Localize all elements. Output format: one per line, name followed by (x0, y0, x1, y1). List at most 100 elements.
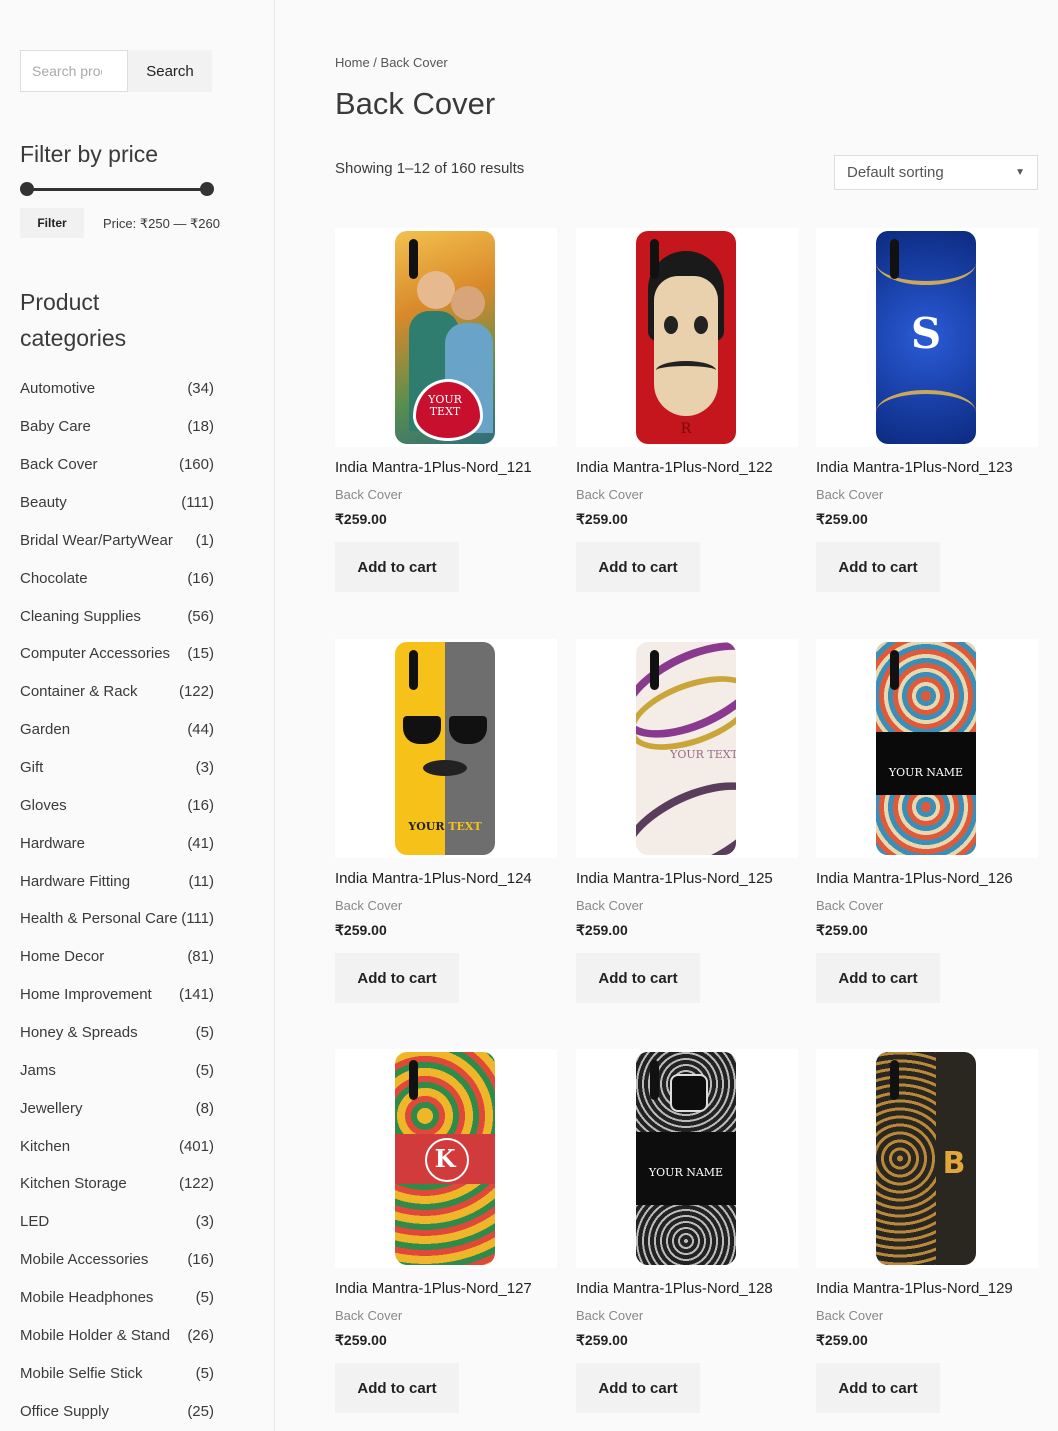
category-count: (5) (195, 1061, 214, 1079)
add-to-cart-button[interactable]: Add to cart (816, 542, 940, 592)
custom-text-overlay: YOUR TEXT (395, 394, 495, 418)
add-to-cart-button[interactable]: Add to cart (576, 542, 700, 592)
sorting-selected-value: Default sorting (847, 164, 944, 181)
phone-case-image: K (395, 1052, 495, 1265)
price-slider[interactable] (20, 182, 214, 196)
product-title-link[interactable]: India Mantra-1Plus-Nord_124 (335, 870, 532, 887)
sorting-select[interactable]: Default sorting ▼ (834, 155, 1038, 190)
category-item: Gift (3) (20, 749, 214, 787)
category-link[interactable]: Computer Accessories (20, 645, 170, 662)
category-link[interactable]: Kitchen Storage (20, 1175, 127, 1192)
product-image-link[interactable]: K (335, 1049, 557, 1268)
category-item: Chocolate (16) (20, 559, 214, 597)
product-image-link[interactable]: YOUR NAME (576, 1049, 798, 1268)
camera-module-icon (890, 650, 899, 690)
sidebar: Search Filter by price Filter Price: ₹25… (0, 0, 275, 1431)
category-link[interactable]: LED (20, 1213, 49, 1230)
phone-case-image: YOUR NAME (636, 1052, 736, 1265)
category-count: (26) (187, 1326, 214, 1344)
overlay-text-line2: TEXT (429, 405, 461, 418)
add-to-cart-button[interactable]: Add to cart (335, 542, 459, 592)
category-item: Cleaning Supplies (56) (20, 597, 214, 635)
product-price: ₹259.00 (576, 1332, 628, 1348)
category-item: Back Cover (160) (20, 446, 214, 484)
price-slider-min-handle[interactable] (20, 182, 34, 196)
category-item: Container & Rack (122) (20, 673, 214, 711)
product-category: Back Cover (335, 487, 403, 502)
category-link[interactable]: Office Supply (20, 1403, 109, 1420)
product-title-link[interactable]: India Mantra-1Plus-Nord_126 (816, 870, 1013, 887)
category-link[interactable]: Honey & Spreads (20, 1024, 138, 1041)
category-link[interactable]: Chocolate (20, 570, 88, 587)
category-link[interactable]: Bridal Wear/PartyWear (20, 532, 173, 549)
search-button[interactable]: Search (128, 50, 212, 92)
product-title-link[interactable]: India Mantra-1Plus-Nord_123 (816, 459, 1013, 476)
category-link[interactable]: Baby Care (20, 418, 91, 435)
product-image-link[interactable]: S (816, 228, 1038, 447)
category-link[interactable]: Jams (20, 1062, 56, 1079)
add-to-cart-button[interactable]: Add to cart (576, 953, 700, 1003)
category-count: (3) (195, 759, 214, 777)
product-categories-title: Product categories (20, 284, 126, 356)
page-title: Back Cover (335, 86, 496, 121)
category-link[interactable]: Jewellery (20, 1100, 83, 1117)
category-link[interactable]: Cleaning Supplies (20, 608, 141, 625)
add-to-cart-button[interactable]: Add to cart (816, 953, 940, 1003)
product-image-link[interactable]: YOUR TEXT (335, 639, 557, 858)
result-count: Showing 1–12 of 160 results (335, 160, 525, 177)
product-title-link[interactable]: India Mantra-1Plus-Nord_127 (335, 1280, 532, 1297)
product-category: Back Cover (816, 487, 884, 502)
product-card: YOUR TEXT India Mantra-1Plus-Nord_121 Back … (335, 228, 557, 592)
category-link[interactable]: Mobile Holder & Stand (20, 1327, 170, 1344)
category-link[interactable]: Mobile Headphones (20, 1289, 153, 1306)
product-image-link[interactable]: R (576, 228, 798, 447)
product-category: Back Cover (576, 1308, 644, 1323)
category-link[interactable]: Hardware Fitting (20, 873, 130, 890)
search-input[interactable] (20, 50, 128, 92)
category-count: (34) (187, 380, 214, 398)
add-to-cart-button[interactable]: Add to cart (335, 953, 459, 1003)
category-link[interactable]: Gloves (20, 797, 67, 814)
add-to-cart-button[interactable]: Add to cart (335, 1363, 459, 1413)
category-link[interactable]: Garden (20, 721, 70, 738)
category-link[interactable]: Health & Personal Care (20, 910, 178, 927)
product-card: K India Mantra-1Plus-Nord_127 Back Cover ₹2… (335, 1049, 557, 1413)
category-link[interactable]: Mobile Selfie Stick (20, 1365, 143, 1382)
category-link[interactable]: Beauty (20, 494, 67, 511)
product-image-link[interactable]: YOUR TEXT (576, 639, 798, 858)
add-to-cart-button[interactable]: Add to cart (576, 1363, 700, 1413)
category-link[interactable]: Hardware (20, 835, 85, 852)
product-price: ₹259.00 (335, 1332, 387, 1348)
category-link[interactable]: Gift (20, 759, 43, 776)
product-category: Back Cover (576, 898, 644, 913)
category-item: Home Decor (81) (20, 938, 214, 976)
category-link[interactable]: Home Improvement (20, 986, 152, 1003)
add-to-cart-button[interactable]: Add to cart (816, 1363, 940, 1413)
category-link[interactable]: Container & Rack (20, 683, 138, 700)
filter-button[interactable]: Filter (20, 208, 84, 238)
product-image-link[interactable]: YOUR NAME (816, 639, 1038, 858)
category-link[interactable]: Home Decor (20, 948, 104, 965)
category-count: (111) (181, 910, 214, 928)
category-link[interactable]: Automotive (20, 380, 95, 397)
category-count: (81) (187, 948, 214, 966)
category-link[interactable]: Kitchen (20, 1138, 70, 1155)
camera-module-icon (650, 650, 659, 690)
category-count: (401) (178, 1137, 214, 1155)
product-image-link[interactable]: B (816, 1049, 1038, 1268)
breadcrumb-home-link[interactable]: Home (335, 55, 370, 70)
product-title-link[interactable]: India Mantra-1Plus-Nord_125 (576, 870, 773, 887)
product-title-link[interactable]: India Mantra-1Plus-Nord_128 (576, 1280, 773, 1297)
product-image-link[interactable]: YOUR TEXT (335, 228, 557, 447)
product-title-link[interactable]: India Mantra-1Plus-Nord_129 (816, 1280, 1013, 1297)
product-card: YOUR NAME India Mantra-1Plus-Nord_126 Back… (816, 639, 1038, 1003)
product-title-link[interactable]: India Mantra-1Plus-Nord_121 (335, 459, 532, 476)
product-price: ₹259.00 (335, 511, 387, 527)
category-count: (41) (187, 834, 214, 852)
category-link[interactable]: Mobile Accessories (20, 1251, 148, 1268)
category-item: Health & Personal Care (111) (20, 900, 214, 938)
product-card: B India Mantra-1Plus-Nord_129 Back Cover ₹2… (816, 1049, 1038, 1413)
category-link[interactable]: Back Cover (20, 456, 98, 473)
product-title-link[interactable]: India Mantra-1Plus-Nord_122 (576, 459, 773, 476)
price-slider-max-handle[interactable] (200, 182, 214, 196)
